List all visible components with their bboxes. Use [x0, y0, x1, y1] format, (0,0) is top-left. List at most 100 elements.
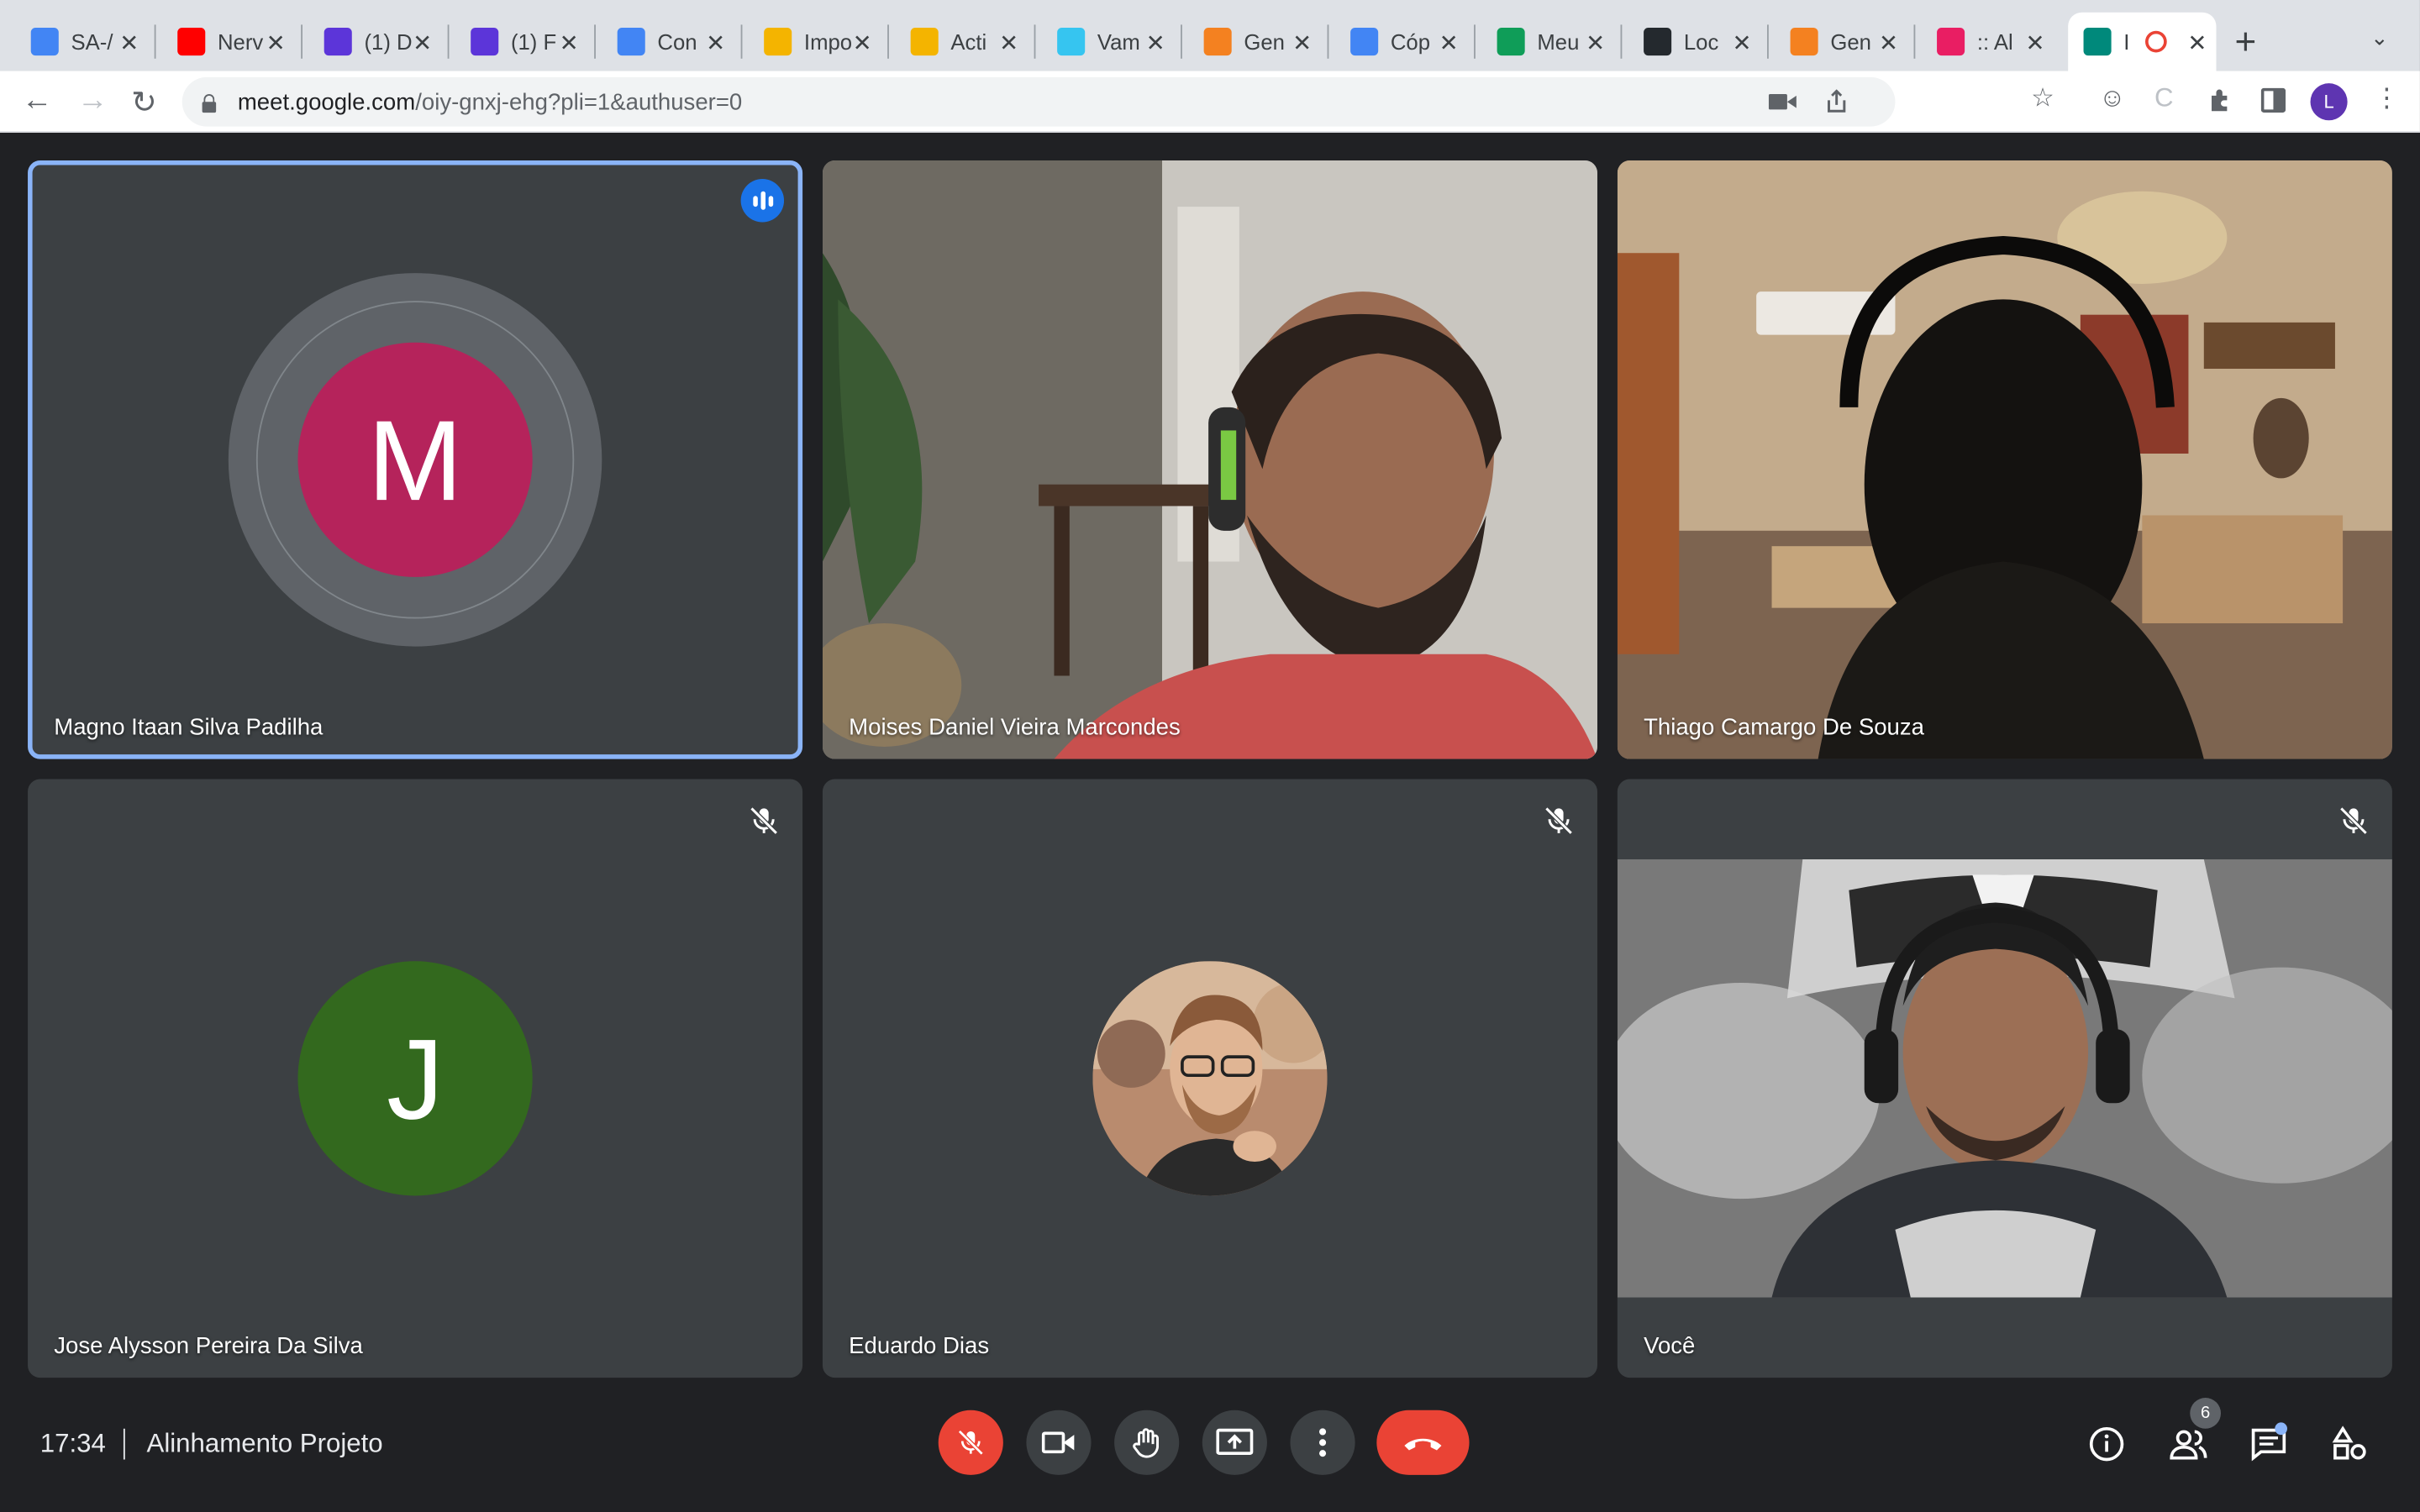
camera-icon[interactable]: [1768, 92, 1797, 111]
tab-close-icon[interactable]: ✕: [2026, 29, 2045, 57]
participant-tile[interactable]: Moises Daniel Vieira Marcondes: [822, 160, 1597, 759]
activities-button[interactable]: [2328, 1422, 2370, 1465]
profile-photo: [1092, 961, 1328, 1196]
tab-close-icon[interactable]: ✕: [1439, 29, 1459, 57]
browser-tab[interactable]: Vam ✕: [1042, 13, 1175, 71]
tab-title: (1) D: [364, 29, 413, 55]
browser-tab[interactable]: Gen ✕: [1775, 13, 1907, 71]
people-button[interactable]: [2167, 1422, 2210, 1465]
url-host: meet.google.com: [237, 88, 416, 115]
video-camera-icon: [1041, 1431, 1075, 1454]
tab-close-icon[interactable]: ✕: [1879, 29, 1898, 57]
profile-avatar[interactable]: L: [2310, 83, 2348, 121]
browser-tab[interactable]: I ✕: [2068, 12, 2217, 71]
browser-tab[interactable]: Acti ✕: [895, 13, 1028, 71]
tab-close-icon[interactable]: ✕: [1733, 29, 1752, 57]
present-screen-button[interactable]: [1202, 1410, 1267, 1475]
tab-separator: [1767, 24, 1769, 59]
tab-close-icon[interactable]: ✕: [1586, 29, 1605, 57]
tab-title: Gen: [1830, 29, 1871, 55]
browser-tab[interactable]: Con ✕: [602, 13, 734, 71]
browser-tab[interactable]: (1) D ✕: [308, 13, 441, 71]
tab-close-icon[interactable]: ✕: [560, 29, 579, 57]
browser-tab[interactable]: Cóp ✕: [1335, 13, 1468, 71]
participant-name: Você: [1644, 1332, 1696, 1360]
tab-close-icon[interactable]: ✕: [999, 29, 1018, 57]
tab-search-icon[interactable]: ⌄: [2370, 24, 2389, 50]
browser-tab[interactable]: Impo ✕: [749, 13, 881, 71]
google-icon: [617, 28, 645, 56]
tab-title: Meu: [1537, 29, 1580, 55]
self-video-feed: [1617, 859, 2392, 1298]
meet-icon: [2083, 28, 2112, 56]
browser-toolbar: ← → ↻ meet.google.com/oiy-gnxj-ehg?pli=1…: [0, 71, 2420, 133]
forward-icon[interactable]: →: [77, 83, 108, 118]
cloud-icon: [1790, 28, 1818, 56]
tab-close-icon[interactable]: ✕: [853, 29, 872, 57]
shapes-icon: [2332, 1425, 2366, 1460]
lock-icon[interactable]: [201, 93, 217, 113]
extensions-puzzle-icon[interactable]: [2208, 88, 2233, 113]
back-icon[interactable]: ←: [22, 83, 53, 118]
avatar: J: [297, 961, 533, 1196]
emoji-icon: [910, 28, 939, 56]
address-bar[interactable]: meet.google.com/oiy-gnxj-ehg?pli=1&authu…: [182, 76, 1896, 127]
microphone-toggle-button[interactable]: [938, 1410, 1003, 1475]
browser-tab[interactable]: Loc ✕: [1628, 13, 1761, 71]
tab-close-icon[interactable]: ✕: [119, 29, 139, 57]
tab-separator: [594, 24, 596, 59]
leave-call-button[interactable]: [1376, 1410, 1470, 1475]
tab-close-icon[interactable]: ✕: [1292, 29, 1312, 57]
meeting-details-button[interactable]: [2085, 1422, 2128, 1465]
cloud-icon: [1203, 28, 1232, 56]
menu-dots-icon[interactable]: ⋮: [2374, 83, 2400, 114]
recording-icon: [2145, 30, 2167, 53]
camera-toggle-button[interactable]: [1026, 1410, 1092, 1475]
tab-separator: [740, 24, 743, 59]
tab-separator: [447, 24, 450, 59]
tab-title: Acti: [950, 29, 987, 55]
participant-name: Magno Itaan Silva Padilha: [54, 714, 324, 741]
participant-tile[interactable]: M Magno Itaan Silva Padilha: [28, 160, 803, 759]
extension-emoji-icon[interactable]: ☺: [2099, 83, 2126, 114]
bookmark-star-icon[interactable]: ☆: [2031, 83, 2054, 114]
browser-tab[interactable]: :: Al ✕: [1922, 13, 2054, 71]
meeting-controls-bar: 17:34 Alinhamento Projeto 6: [0, 1389, 2420, 1512]
more-options-button[interactable]: [1290, 1410, 1355, 1475]
browser-tab[interactable]: Gen ✕: [1188, 13, 1321, 71]
docs-icon: [1350, 28, 1379, 56]
tab-close-icon[interactable]: ✕: [706, 29, 725, 57]
participant-tile[interactable]: Eduardo Dias: [822, 779, 1597, 1378]
tab-title: Vam: [1097, 29, 1140, 55]
tab-close-icon[interactable]: ✕: [266, 29, 286, 57]
extension-c-icon[interactable]: C: [2154, 83, 2174, 114]
tab-separator: [1474, 24, 1476, 59]
participant-tile[interactable]: Thiago Camargo De Souza: [1617, 160, 2392, 759]
browser-tab[interactable]: (1) F ✕: [455, 13, 588, 71]
browser-tab[interactable]: SA-/✕: [15, 13, 148, 71]
reload-icon[interactable]: ↻: [131, 83, 157, 122]
tab-close-icon[interactable]: ✕: [413, 29, 432, 57]
tab-title: Con: [657, 29, 697, 55]
share-icon[interactable]: [1824, 89, 1849, 114]
side-panel-icon[interactable]: [2260, 87, 2286, 113]
mic-off-icon: [750, 806, 778, 835]
mic-off-icon: [1544, 806, 1573, 835]
drive-icon: [1497, 28, 1525, 56]
docs-icon: [30, 28, 59, 56]
raise-hand-button[interactable]: [1114, 1410, 1180, 1475]
participant-tile[interactable]: Você: [1617, 779, 2392, 1378]
new-tab-button[interactable]: +: [2235, 22, 2257, 65]
tab-close-icon[interactable]: ✕: [1146, 29, 1165, 57]
tab-title: SA-/: [71, 29, 113, 55]
participant-tile[interactable]: J Jose Alysson Pereira Da Silva: [28, 779, 803, 1378]
browser-tab[interactable]: Meu ✕: [1481, 13, 1614, 71]
tab-separator: [1181, 24, 1182, 59]
app-icon: [471, 28, 499, 56]
browser-tab[interactable]: Nerv ✕: [162, 13, 295, 71]
tab-separator: [1913, 24, 1916, 59]
participant-count-badge: 6: [2190, 1398, 2222, 1429]
divider: [123, 1428, 125, 1460]
tab-title: Cóp: [1390, 29, 1431, 55]
tab-close-icon[interactable]: ✕: [2187, 29, 2207, 57]
